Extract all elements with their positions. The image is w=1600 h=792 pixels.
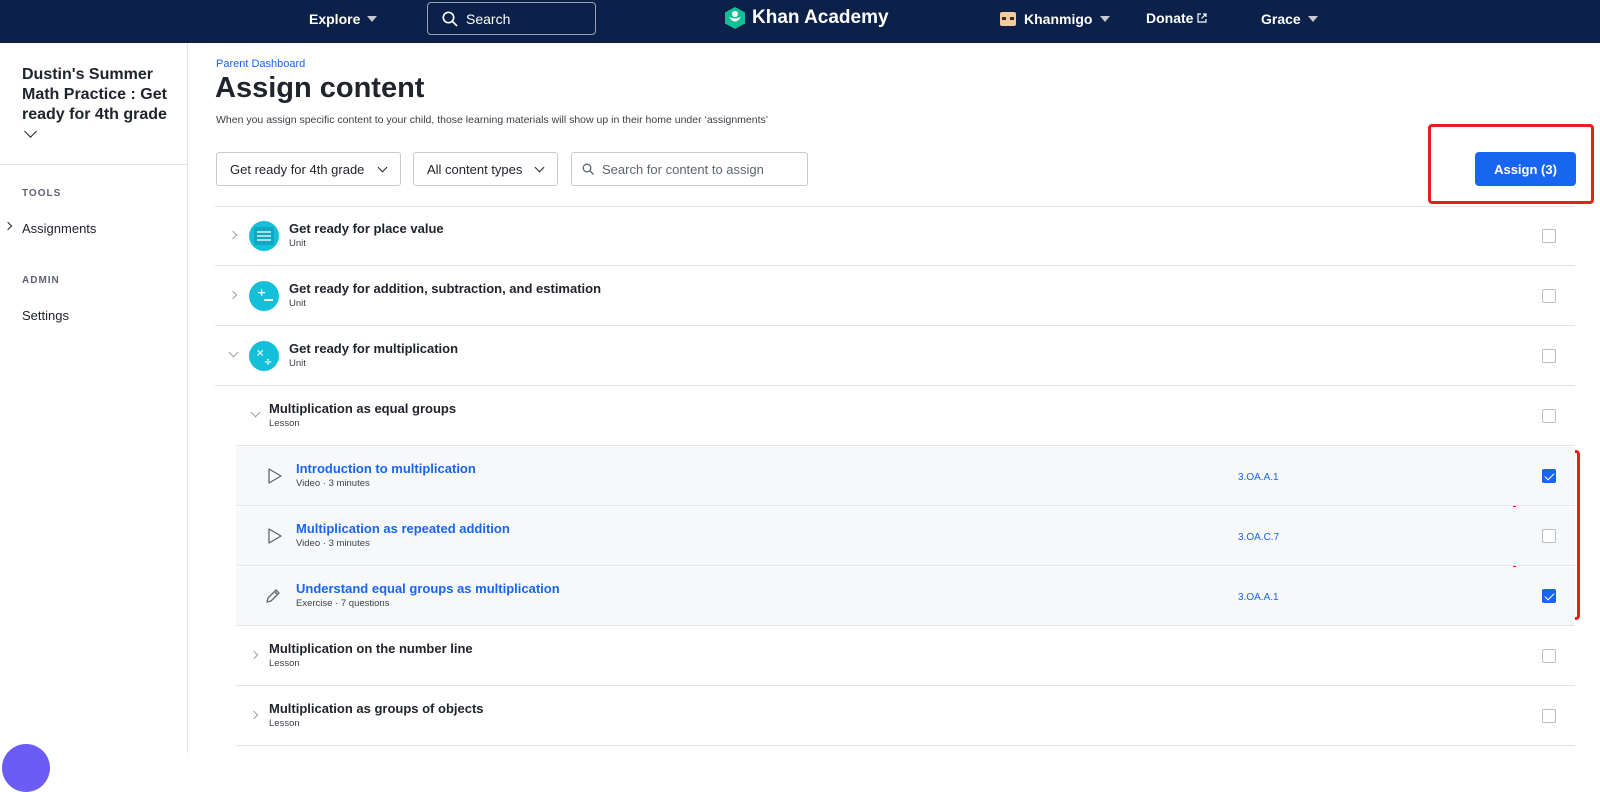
chevron-down-icon (377, 162, 388, 173)
play-icon (268, 468, 282, 484)
chevron-down-icon[interactable] (250, 407, 261, 418)
tools-heading: TOOLS (22, 188, 62, 199)
chevron-right-icon[interactable] (228, 290, 238, 300)
sidebar: Dustin's Summer Math Practice : Get read… (0, 43, 188, 753)
standard-code: 3.OA.A.1 (1238, 472, 1279, 483)
khan-academy-logo-icon (725, 7, 745, 29)
chevron-right-icon (3, 221, 13, 231)
row-subtitle: Lesson (269, 418, 300, 429)
chevron-down-icon (24, 125, 37, 138)
add-subtract-unit-icon: + (249, 281, 279, 311)
row-subtitle: Unit (289, 238, 306, 249)
list-item[interactable]: Multiplication as groups of objects Less… (236, 687, 1575, 746)
list-item[interactable]: Multiplication as equal groups Lesson (236, 387, 1575, 446)
row-subtitle: Video · 3 minutes (296, 538, 370, 549)
page-title: Assign content (215, 72, 425, 104)
chevron-down-icon[interactable] (228, 347, 239, 358)
chevron-right-icon[interactable] (249, 710, 259, 720)
row-checkbox[interactable] (1542, 709, 1556, 723)
standard-code: 3.OA.C.7 (1238, 532, 1280, 543)
play-icon (268, 528, 282, 544)
row-title: Get ready for addition, subtraction, and… (289, 281, 602, 296)
chevron-right-icon[interactable] (228, 230, 238, 240)
page-subtitle: When you assign specific content to your… (216, 114, 769, 126)
row-checkbox[interactable] (1542, 289, 1556, 303)
pencil-icon (266, 589, 280, 603)
row-checkbox[interactable] (1542, 229, 1556, 243)
external-link-icon (1197, 13, 1208, 23)
explore-menu[interactable]: Explore (309, 11, 378, 27)
grade-filter-value: Get ready for 4th grade (230, 161, 365, 177)
multiplication-unit-icon: × ÷ (249, 341, 279, 371)
row-checkbox[interactable] (1542, 349, 1556, 363)
sidebar-divider (0, 164, 188, 165)
user-menu[interactable]: Grace (1261, 11, 1318, 27)
logo-text: Khan Academy (752, 7, 889, 28)
khan-academy-logo[interactable]: Khan Academy (724, 6, 889, 30)
row-subtitle: Lesson (269, 718, 300, 729)
row-subtitle: Lesson (269, 658, 300, 669)
top-nav: Explore Search Khan Academy Khanmigo Don… (0, 0, 1600, 43)
khanmigo-avatar-icon (1000, 12, 1016, 26)
breadcrumb[interactable]: Parent Dashboard (216, 58, 305, 70)
row-subtitle: Unit (289, 298, 306, 309)
course-title: Dustin's Summer Math Practice : Get read… (22, 66, 167, 123)
grade-filter-dropdown[interactable]: Get ready for 4th grade (216, 152, 401, 186)
row-title: Multiplication as groups of objects (269, 701, 484, 716)
admin-heading: ADMIN (22, 275, 60, 286)
row-subtitle: Exercise · 7 questions (296, 598, 390, 609)
row-checkbox[interactable] (1542, 409, 1556, 423)
donate-label: Donate (1146, 10, 1194, 26)
caret-down-icon (1100, 16, 1111, 22)
svg-text:÷: ÷ (264, 357, 272, 368)
row-title: Get ready for place value (289, 221, 444, 236)
chevron-down-icon (534, 162, 545, 173)
list-item[interactable]: + Get ready for addition, subtraction, a… (215, 267, 1575, 326)
row-title[interactable]: Multiplication as repeated addition (296, 521, 510, 536)
sidebar-item-settings[interactable]: Settings (22, 308, 69, 323)
list-item[interactable]: Multiplication as repeated addition Vide… (236, 507, 1575, 566)
explore-label: Explore (309, 11, 361, 27)
row-title: Get ready for multiplication (289, 341, 459, 356)
search-icon (582, 163, 594, 175)
row-checkbox[interactable] (1542, 649, 1556, 663)
content-type-dropdown[interactable]: All content types (413, 152, 558, 186)
list-item[interactable]: Multiplication on the number line Lesson (236, 627, 1575, 686)
place-value-unit-icon (249, 221, 279, 251)
row-checkbox[interactable] (1542, 469, 1556, 483)
search-icon (442, 11, 458, 27)
row-subtitle: Video · 3 minutes (296, 478, 370, 489)
content-type-value: All content types (427, 161, 523, 177)
row-title[interactable]: Introduction to multiplication (296, 461, 476, 476)
chevron-right-icon[interactable] (249, 650, 259, 660)
nav-search-button[interactable]: Search (427, 2, 596, 35)
svg-text:+: + (257, 286, 266, 299)
user-name: Grace (1261, 11, 1301, 27)
content-search-input[interactable]: Search for content to assign (571, 152, 808, 186)
list-item[interactable]: Understand equal groups as multiplicatio… (236, 567, 1575, 626)
highlight-assign-button (1428, 124, 1594, 204)
row-checkbox[interactable] (1542, 529, 1556, 543)
list-item[interactable]: Get ready for place value Unit (215, 207, 1575, 266)
content-search-placeholder: Search for content to assign (602, 161, 764, 177)
row-subtitle: Unit (289, 358, 306, 369)
sidebar-item-assignments[interactable]: Assignments (22, 221, 96, 236)
row-title: Multiplication on the number line (269, 641, 473, 656)
standard-code: 3.OA.A.1 (1238, 592, 1279, 603)
row-title: Multiplication as equal groups (269, 401, 457, 416)
chat-bubble-button[interactable] (2, 744, 50, 792)
list-item[interactable]: × ÷ Get ready for multiplication Unit (215, 327, 1575, 386)
row-title[interactable]: Understand equal groups as multiplicatio… (296, 581, 560, 596)
khanmigo-menu[interactable]: Khanmigo (1000, 11, 1111, 27)
nav-search-label: Search (466, 10, 511, 27)
list-item[interactable]: Introduction to multiplication Video · 3… (236, 447, 1575, 506)
donate-link[interactable]: Donate (1146, 10, 1208, 26)
caret-down-icon (367, 16, 378, 22)
row-checkbox[interactable] (1542, 589, 1556, 603)
course-selector[interactable]: Dustin's Summer Math Practice : Get read… (22, 65, 177, 145)
caret-down-icon (1307, 16, 1318, 22)
khanmigo-label: Khanmigo (1024, 11, 1093, 27)
